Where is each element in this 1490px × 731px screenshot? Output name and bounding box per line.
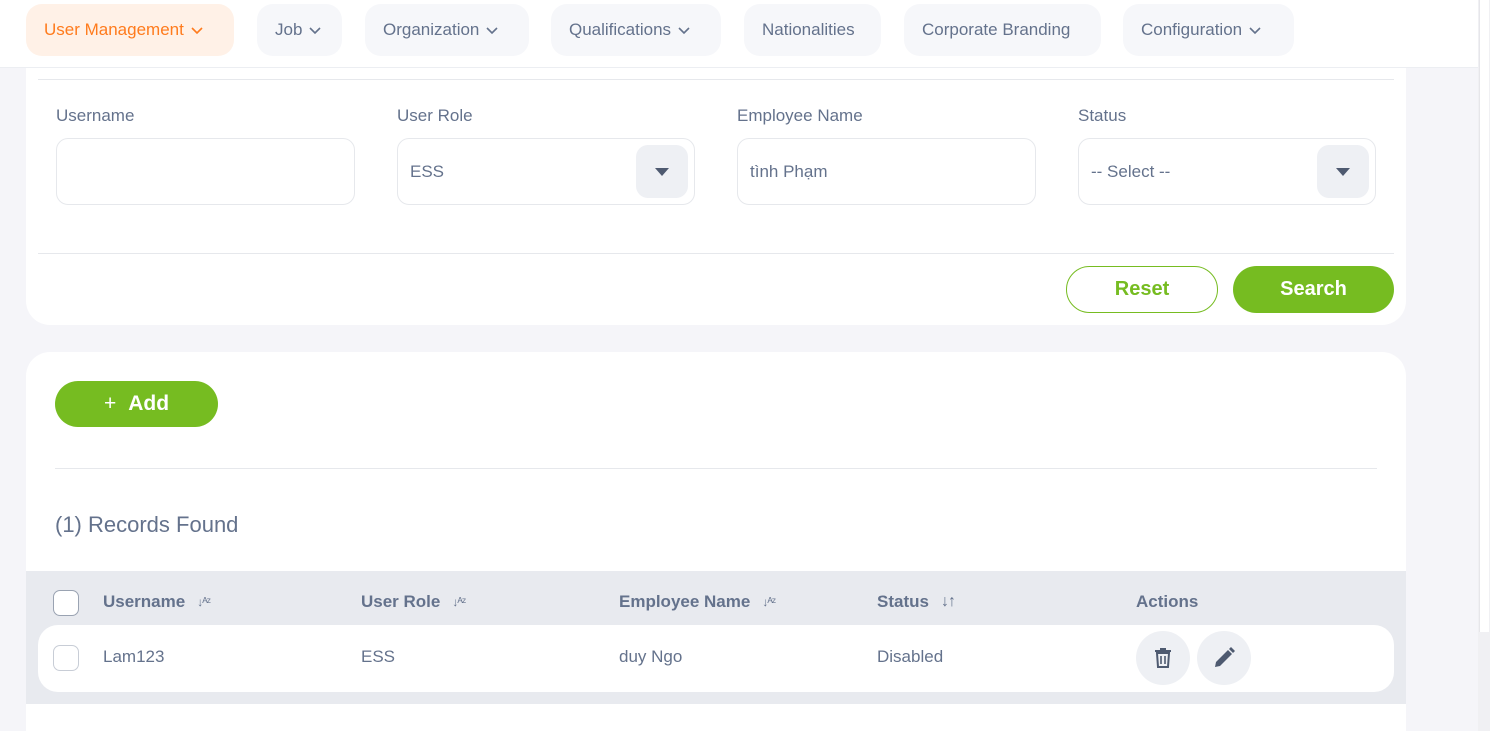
column-label: Status: [877, 592, 929, 611]
divider: [38, 253, 1394, 254]
column-label: Employee Name: [619, 592, 751, 611]
sort-icon[interactable]: ↓ᴬᶻ: [197, 595, 211, 609]
column-header-employee-name[interactable]: Employee Name ↓ᴬᶻ: [619, 592, 776, 612]
status-select[interactable]: -- Select --: [1078, 138, 1376, 205]
column-label: Actions: [1136, 592, 1199, 611]
pencil-icon: [1215, 647, 1235, 667]
edit-button[interactable]: [1197, 631, 1251, 685]
sort-updown-icon[interactable]: ↓↑: [941, 593, 956, 611]
nav-label: Corporate Branding: [922, 20, 1071, 39]
delete-button[interactable]: [1136, 631, 1190, 685]
plus-icon: +: [103, 392, 117, 415]
user-role-value: ESS: [410, 161, 445, 181]
column-header-status[interactable]: Status ↓↑: [877, 592, 956, 612]
add-button[interactable]: + Add: [55, 381, 218, 427]
reset-button[interactable]: Reset: [1066, 266, 1218, 313]
employee-name-input[interactable]: tình Phạm: [737, 138, 1036, 205]
table-row[interactable]: [38, 625, 1394, 692]
nav-label: Qualifications: [569, 20, 672, 39]
column-header-username[interactable]: Username ↓ᴬᶻ: [103, 592, 211, 612]
username-input[interactable]: [56, 138, 355, 205]
nav-organization[interactable]: Organization: [365, 4, 529, 56]
status-value: -- Select --: [1091, 161, 1171, 181]
caret-down-icon: [1336, 167, 1350, 176]
sort-icon[interactable]: ↓ᴬᶻ: [452, 595, 466, 609]
nav-nationalities[interactable]: Nationalities: [744, 4, 881, 56]
nav-user-management[interactable]: User Management: [26, 4, 234, 56]
nav-label: User Management: [44, 20, 184, 39]
select-all-checkbox[interactable]: [53, 590, 79, 616]
divider: [38, 79, 1394, 80]
chevron-down-icon: [308, 23, 322, 37]
employee-name-value: tình Phạm: [750, 161, 828, 181]
divider: [55, 468, 1377, 469]
chevron-down-icon: [1248, 23, 1262, 37]
scrollbar-thumb[interactable]: [1479, 0, 1489, 632]
cell-username: Lam123: [103, 647, 165, 666]
top-nav: User Management Job Organization Qualifi…: [0, 0, 1478, 68]
dropdown-toggle[interactable]: [636, 145, 688, 198]
trash-icon: [1155, 648, 1171, 668]
nav-corporate-branding[interactable]: Corporate Branding: [904, 4, 1101, 56]
chevron-down-icon: [485, 23, 499, 37]
row-checkbox[interactable]: [53, 645, 79, 671]
column-header-user-role[interactable]: User Role ↓ᴬᶻ: [361, 592, 466, 612]
chevron-down-icon: [677, 23, 691, 37]
employee-name-label: Employee Name: [737, 106, 863, 125]
user-role-label: User Role: [397, 106, 473, 125]
add-label: Add: [128, 392, 170, 415]
records-found: (1) Records Found: [55, 512, 239, 537]
caret-down-icon: [655, 167, 669, 176]
cell-employee-name: duy Ngo: [619, 647, 683, 666]
nav-configuration[interactable]: Configuration: [1123, 4, 1294, 56]
nav-label: Job: [275, 20, 303, 39]
sort-icon[interactable]: ↓ᴬᶻ: [762, 595, 776, 609]
cell-user-role: ESS: [361, 647, 396, 666]
dropdown-toggle[interactable]: [1317, 145, 1369, 198]
nav-job[interactable]: Job: [257, 4, 342, 56]
nav-label: Organization: [383, 20, 480, 39]
status-label: Status: [1078, 106, 1127, 125]
nav-label: Nationalities: [762, 20, 855, 39]
user-role-select[interactable]: ESS: [397, 138, 695, 205]
nav-qualifications[interactable]: Qualifications: [551, 4, 721, 56]
column-header-actions: Actions: [1136, 592, 1198, 612]
column-label: Username: [103, 592, 186, 611]
search-button[interactable]: Search: [1233, 266, 1394, 313]
username-label: Username: [56, 106, 135, 125]
cell-status: Disabled: [877, 647, 944, 666]
chevron-down-icon: [190, 23, 204, 37]
column-label: User Role: [361, 592, 441, 611]
nav-label: Configuration: [1141, 20, 1243, 39]
